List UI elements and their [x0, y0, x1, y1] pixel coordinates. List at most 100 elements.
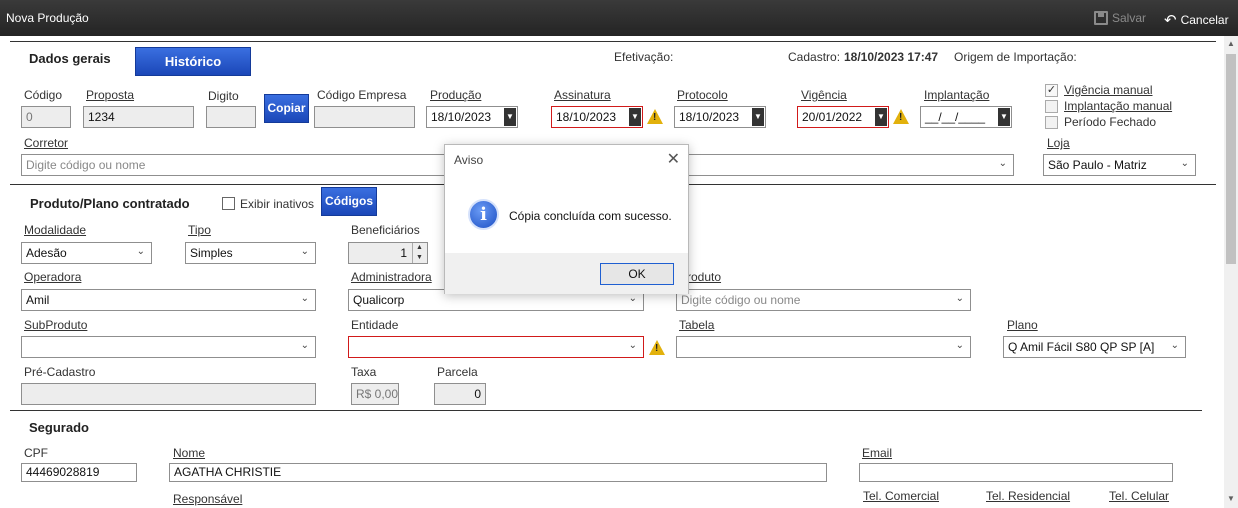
vertical-scrollbar[interactable]: ▲ ▼ — [1224, 36, 1238, 508]
chevron-down-icon[interactable]: ⌄ — [301, 340, 309, 351]
calendar-dropdown-icon[interactable]: ▼ — [875, 108, 887, 126]
save-label: Salvar — [1112, 11, 1147, 25]
produto-placeholder: Digite código ou nome — [681, 293, 801, 307]
cpf-label: CPF — [24, 446, 48, 460]
chevron-down-icon[interactable]: ⌄ — [1181, 158, 1189, 169]
tipo-value: Simples — [190, 246, 233, 260]
administradora-label: Administradora — [351, 270, 432, 284]
vigencia-date-field[interactable]: 20/01/2022 ▼ — [797, 106, 889, 128]
parcela-field[interactable]: 0 — [434, 383, 486, 405]
save-button[interactable]: Salvar — [1094, 11, 1146, 25]
corretor-label: Corretor — [24, 136, 69, 150]
beneficiarios-label: Beneficiários — [351, 223, 420, 237]
periodo-fechado-checkbox[interactable] — [1045, 116, 1058, 129]
warning-icon: ! — [649, 340, 665, 355]
corretor-placeholder: Digite código ou nome — [26, 158, 146, 172]
producao-date-value: 18/10/2023 — [431, 110, 492, 124]
producao-date-field[interactable]: 18/10/2023 ▼ — [426, 106, 518, 128]
modalidade-select[interactable]: Adesão ⌄ — [21, 242, 152, 264]
assinatura-date-value: 18/10/2023 — [556, 110, 617, 124]
implantacao-date-field[interactable]: __/__/____ ▼ — [920, 106, 1012, 128]
produto-plano-title: Produto/Plano contratado — [30, 196, 190, 211]
administradora-value: Qualicorp — [353, 293, 405, 307]
window-titlebar: Nova Produção Salvar ↶ Cancelar — [0, 0, 1238, 36]
cancel-button[interactable]: ↶ Cancelar — [1164, 11, 1229, 29]
responsavel-label: Responsável — [173, 492, 243, 506]
tel-residencial-label: Tel. Residencial — [986, 489, 1071, 503]
ok-button[interactable]: OK — [600, 263, 674, 285]
implantacao-manual-checkbox[interactable] — [1045, 100, 1058, 113]
subproduto-label: SubProduto — [24, 318, 88, 332]
chevron-down-icon[interactable]: ⌄ — [301, 246, 309, 257]
chevron-down-icon[interactable]: ⌄ — [1171, 340, 1179, 351]
pre-cadastro-label: Pré-Cadastro — [24, 365, 96, 379]
exibir-inativos-checkbox[interactable] — [222, 197, 235, 210]
operadora-value: Amil — [26, 293, 50, 307]
calendar-dropdown-icon[interactable]: ▼ — [629, 108, 641, 126]
nome-field[interactable]: AGATHA CHRISTIE — [169, 463, 827, 482]
chevron-down-icon[interactable]: ⌄ — [301, 293, 309, 304]
exibir-inativos-label: Exibir inativos — [240, 197, 315, 211]
beneficiarios-value: 1 — [400, 246, 407, 260]
producao-label: Produção — [430, 88, 482, 102]
protocolo-date-field[interactable]: 18/10/2023 ▼ — [674, 106, 766, 128]
section-divider — [10, 41, 1216, 42]
vigencia-manual-checkbox[interactable]: ✓ — [1045, 84, 1058, 97]
efetivacao-label: Efetivação: — [614, 50, 674, 64]
chevron-down-icon[interactable]: ⌄ — [956, 340, 964, 351]
chevron-down-icon[interactable]: ⌄ — [629, 293, 637, 304]
segurado-title: Segurado — [29, 420, 89, 435]
scroll-down-icon[interactable]: ▼ — [1224, 494, 1238, 503]
protocolo-date-value: 18/10/2023 — [679, 110, 740, 124]
scrollbar-thumb[interactable] — [1226, 54, 1236, 264]
plano-select[interactable]: Q Amil Fácil S80 QP SP [A] ⌄ — [1003, 336, 1186, 358]
pre-cadastro-field[interactable] — [21, 383, 316, 405]
subproduto-select[interactable]: ⌄ — [21, 336, 316, 358]
parcela-label: Parcela — [437, 365, 478, 379]
window-title: Nova Produção — [6, 11, 89, 25]
operadora-label: Operadora — [24, 270, 82, 284]
calendar-dropdown-icon[interactable]: ▼ — [752, 108, 764, 126]
chevron-down-icon[interactable]: ⌄ — [629, 340, 637, 351]
calendar-dropdown-icon[interactable]: ▼ — [504, 108, 516, 126]
proposta-label: Proposta — [86, 88, 135, 102]
entidade-select[interactable]: ⌄ — [348, 336, 644, 358]
undo-icon: ↶ — [1164, 12, 1177, 29]
chevron-down-icon[interactable]: ⌄ — [999, 158, 1007, 169]
tabela-select[interactable]: ⌄ — [676, 336, 971, 358]
tipo-select[interactable]: Simples ⌄ — [185, 242, 316, 264]
vigencia-date-value: 20/01/2022 — [802, 110, 863, 124]
scroll-up-icon[interactable]: ▲ — [1224, 39, 1238, 48]
assinatura-date-field[interactable]: 18/10/2023 ▼ — [551, 106, 643, 128]
calendar-dropdown-icon[interactable]: ▼ — [998, 108, 1010, 126]
produto-search-input[interactable]: Digite código ou nome ⌄ — [676, 289, 971, 311]
modalidade-label: Modalidade — [24, 223, 87, 237]
close-icon[interactable]: ✕ — [667, 149, 680, 169]
taxa-label: Taxa — [351, 365, 377, 379]
chevron-down-icon[interactable]: ⌄ — [956, 293, 964, 304]
warning-icon: ! — [893, 109, 909, 124]
stepper-arrows-icon[interactable]: ▲ ▼ — [412, 243, 426, 263]
chevron-down-icon[interactable]: ⌄ — [137, 246, 145, 257]
warning-icon: ! — [647, 109, 663, 124]
codigos-button[interactable]: Códigos — [321, 187, 377, 216]
tipo-label: Tipo — [188, 223, 211, 237]
email-field[interactable] — [859, 463, 1173, 482]
nome-label: Nome — [173, 446, 206, 460]
operadora-select[interactable]: Amil ⌄ — [21, 289, 316, 311]
taxa-field[interactable]: R$ 0,00 — [351, 383, 399, 405]
codigo-empresa-field[interactable] — [314, 106, 415, 128]
section-divider — [10, 410, 1202, 411]
loja-select[interactable]: São Paulo - Matriz ⌄ — [1043, 154, 1196, 176]
digito-field[interactable] — [206, 106, 256, 128]
dados-gerais-title: Dados gerais — [29, 51, 111, 66]
copiar-button[interactable]: Copiar — [264, 94, 309, 123]
cpf-field[interactable]: 44469028819 — [21, 463, 137, 482]
aviso-dialog: Aviso ✕ i Cópia concluída com sucesso. O… — [444, 144, 689, 294]
implantacao-manual-label: Implantação manual — [1064, 99, 1173, 113]
proposta-field[interactable]: 1234 — [83, 106, 194, 128]
beneficiarios-stepper[interactable]: 1 ▲ ▼ — [348, 242, 428, 264]
historico-button[interactable]: Histórico — [135, 47, 251, 76]
vigencia-manual-label: Vigência manual — [1064, 83, 1153, 97]
codigo-field[interactable]: 0 — [21, 106, 71, 128]
